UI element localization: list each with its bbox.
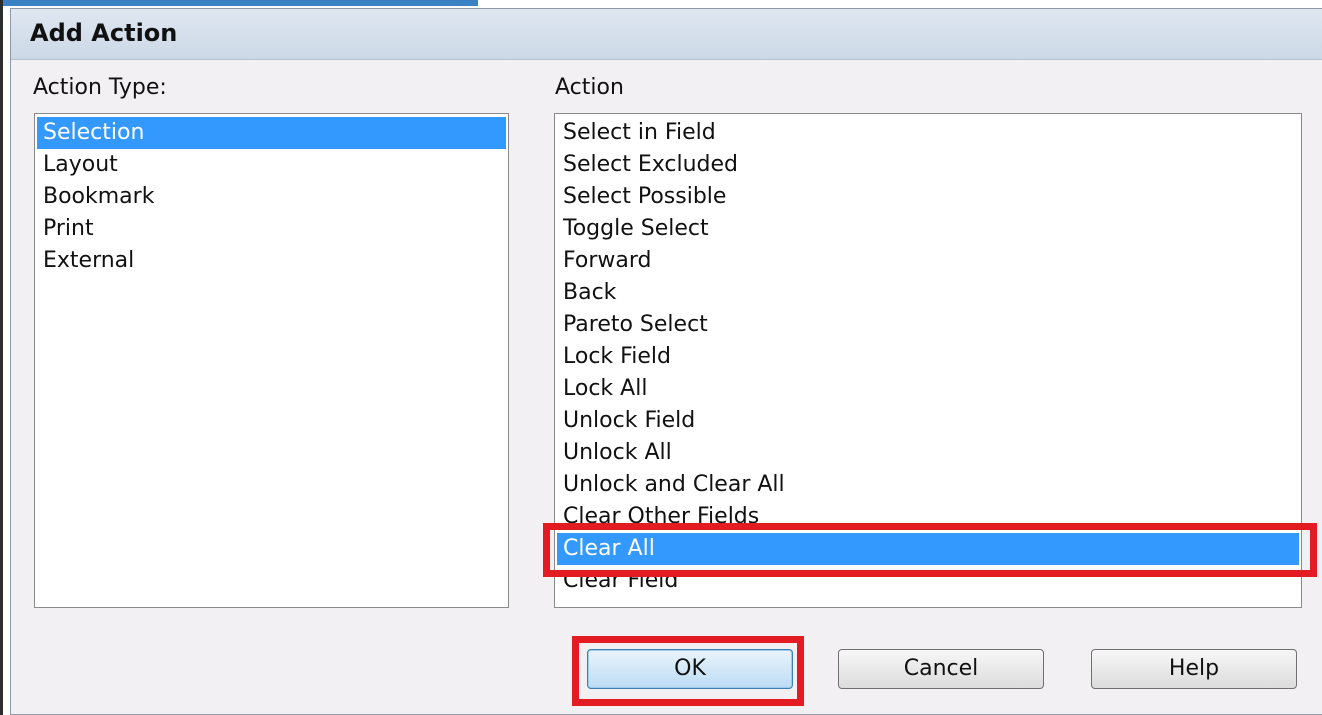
action-item-toggle-select[interactable]: Toggle Select bbox=[557, 213, 1299, 245]
add-action-dialog: Add Action Action Type: Action Selection… bbox=[10, 8, 1322, 715]
action-type-item-layout[interactable]: Layout bbox=[37, 149, 506, 181]
action-type-item-bookmark[interactable]: Bookmark bbox=[37, 181, 506, 213]
action-item-lock-field[interactable]: Lock Field bbox=[557, 341, 1299, 373]
action-item-forward[interactable]: Forward bbox=[557, 245, 1299, 277]
action-type-item-selection[interactable]: Selection bbox=[37, 117, 506, 149]
action-type-item-external[interactable]: External bbox=[37, 245, 506, 277]
action-item-select-in-field[interactable]: Select in Field bbox=[557, 117, 1299, 149]
clear-all-highlight-annotation bbox=[543, 523, 1317, 577]
action-label: Action bbox=[555, 75, 624, 100]
action-item-unlock-field[interactable]: Unlock Field bbox=[557, 405, 1299, 437]
action-item-lock-all[interactable]: Lock All bbox=[557, 373, 1299, 405]
ok-highlight-annotation bbox=[572, 636, 804, 706]
action-type-label: Action Type: bbox=[33, 75, 167, 100]
help-button[interactable]: Help bbox=[1091, 649, 1297, 689]
action-item-select-possible[interactable]: Select Possible bbox=[557, 181, 1299, 213]
action-type-listbox[interactable]: Selection Layout Bookmark Print External bbox=[34, 113, 509, 608]
action-item-back[interactable]: Back bbox=[557, 277, 1299, 309]
action-item-unlock-all[interactable]: Unlock All bbox=[557, 437, 1299, 469]
background-window-strip bbox=[0, 0, 478, 6]
cancel-button[interactable]: Cancel bbox=[838, 649, 1044, 689]
action-type-item-print[interactable]: Print bbox=[37, 213, 506, 245]
background-window-edge bbox=[0, 0, 3, 715]
action-item-unlock-and-clear-all[interactable]: Unlock and Clear All bbox=[557, 469, 1299, 501]
dialog-title: Add Action bbox=[30, 19, 178, 47]
dialog-titlebar[interactable]: Add Action bbox=[11, 9, 1322, 60]
action-item-select-excluded[interactable]: Select Excluded bbox=[557, 149, 1299, 181]
action-item-pareto-select[interactable]: Pareto Select bbox=[557, 309, 1299, 341]
